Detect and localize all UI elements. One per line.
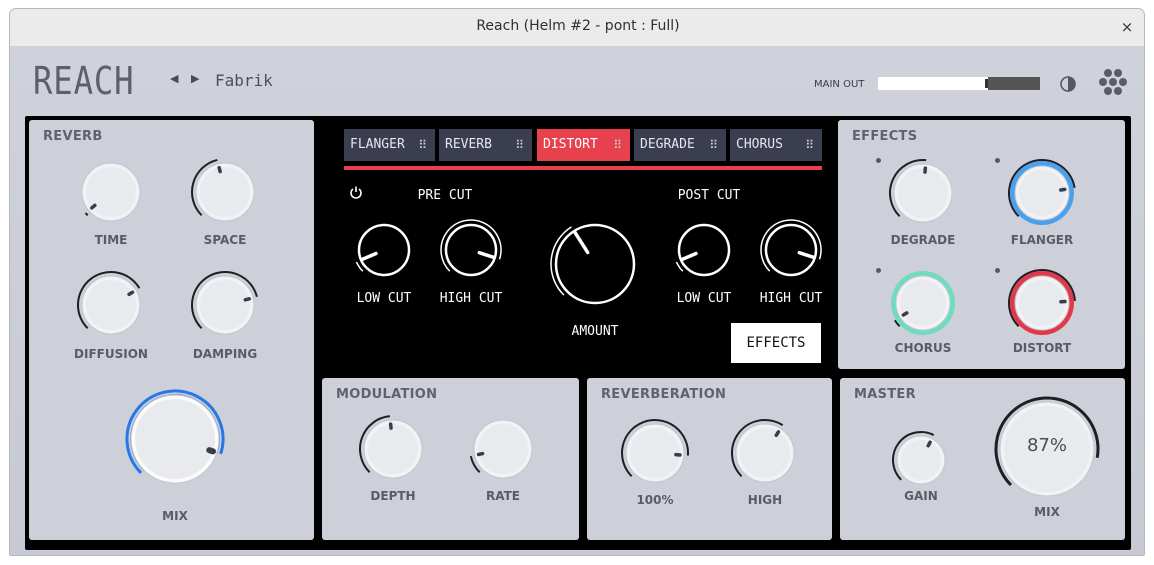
rate-knob[interactable] bbox=[468, 414, 538, 484]
plugin-body: REACH ◀ ▶ Fabrik MAIN OUT REVERB TIME SP… bbox=[10, 46, 1144, 555]
amount-knob[interactable] bbox=[549, 218, 641, 310]
distort-mod-indicator[interactable] bbox=[995, 268, 1000, 273]
master-mix-label: MIX bbox=[1034, 505, 1060, 519]
reverb-panel: REVERB TIME SPACE DIFFUSION DAMPING MIX bbox=[29, 120, 314, 540]
drag-handle-icon[interactable]: ⠿ bbox=[709, 129, 718, 161]
drag-handle-icon[interactable]: ⠿ bbox=[805, 129, 814, 161]
degrade-mod-indicator[interactable] bbox=[876, 158, 881, 163]
preset-name[interactable]: Fabrik bbox=[215, 71, 273, 90]
next-preset-button[interactable]: ▶ bbox=[191, 72, 199, 85]
flanger-label: FLANGER bbox=[1010, 233, 1074, 247]
tab-degrade[interactable]: DEGRADE ⠿ bbox=[634, 129, 726, 161]
depth-knob[interactable] bbox=[358, 414, 428, 484]
tab-distort[interactable]: DISTORT ⠿ bbox=[537, 129, 630, 161]
reverberation-high-label: HIGH bbox=[747, 493, 783, 507]
effects-button[interactable]: EFFECTS bbox=[731, 323, 821, 363]
gain-knob[interactable] bbox=[891, 430, 951, 490]
main-out-meter bbox=[878, 77, 1040, 90]
reverberation-high-knob[interactable] bbox=[730, 418, 800, 488]
reverberation-panel: REVERBERATION 100% HIGH bbox=[587, 378, 832, 540]
tab-flanger[interactable]: FLANGER ⠿ bbox=[344, 129, 435, 161]
post-high-cut-label: HIGH CUT bbox=[759, 291, 823, 306]
pre-cut-label: PRE CUT bbox=[417, 188, 473, 203]
plugin-window: Reach (Helm #2 - pont : Full) × REACH ◀ … bbox=[9, 8, 1145, 556]
main-out-label: MAIN OUT bbox=[814, 79, 865, 90]
pre-high-cut-label: HIGH CUT bbox=[439, 291, 503, 306]
reverberation-size-value: 100% bbox=[636, 493, 674, 507]
diffusion-knob[interactable] bbox=[76, 270, 146, 340]
master-title: MASTER bbox=[854, 387, 916, 402]
damping-label: DAMPING bbox=[192, 347, 258, 361]
master-mix-value: 87% bbox=[1026, 435, 1067, 456]
prev-preset-button[interactable]: ◀ bbox=[170, 72, 178, 85]
chorus-mod-indicator[interactable] bbox=[876, 268, 881, 273]
flanger-mod-indicator[interactable] bbox=[995, 158, 1000, 163]
amount-label: AMOUNT bbox=[571, 324, 619, 339]
effects-title: EFFECTS bbox=[852, 129, 918, 144]
tab-chorus[interactable]: CHORUS ⠿ bbox=[730, 129, 822, 161]
depth-label: DEPTH bbox=[370, 489, 416, 503]
tab-distort-label: DISTORT bbox=[543, 137, 598, 152]
logo: REACH bbox=[33, 59, 135, 103]
flanger-knob[interactable] bbox=[1007, 158, 1077, 228]
diffusion-label: DIFFUSION bbox=[74, 347, 148, 361]
tab-reverb-label: REVERB bbox=[445, 137, 492, 152]
drag-handle-icon[interactable]: ⠿ bbox=[515, 129, 524, 161]
chorus-label: CHORUS bbox=[894, 341, 952, 355]
post-high-cut-knob[interactable] bbox=[759, 218, 823, 282]
window-title: Reach (Helm #2 - pont : Full) bbox=[476, 18, 680, 34]
pre-low-cut-knob[interactable] bbox=[352, 218, 416, 282]
post-low-cut-knob[interactable] bbox=[672, 218, 736, 282]
reverb-title: REVERB bbox=[43, 129, 103, 144]
master-panel: MASTER GAIN 87% MIX bbox=[840, 378, 1125, 540]
effects-panel: EFFECTS DEGRADE FLANGER CHORUS DISTORT bbox=[838, 120, 1125, 369]
degrade-knob[interactable] bbox=[888, 158, 958, 228]
space-label: SPACE bbox=[203, 233, 247, 247]
reverberation-title: REVERBERATION bbox=[601, 387, 727, 402]
pre-high-cut-knob[interactable] bbox=[439, 218, 503, 282]
distort-knob[interactable] bbox=[1007, 268, 1077, 338]
drag-handle-icon[interactable]: ⠿ bbox=[418, 129, 427, 161]
space-knob[interactable] bbox=[190, 157, 260, 227]
modules-area: REVERB TIME SPACE DIFFUSION DAMPING MIX … bbox=[25, 116, 1131, 550]
post-cut-label: POST CUT bbox=[677, 188, 741, 203]
chorus-knob[interactable] bbox=[888, 268, 958, 338]
power-icon[interactable] bbox=[349, 185, 363, 199]
tab-reverb[interactable]: REVERB ⠿ bbox=[439, 129, 532, 161]
time-knob[interactable] bbox=[76, 157, 146, 227]
tab-chorus-label: CHORUS bbox=[736, 137, 783, 152]
reverberation-size-knob[interactable] bbox=[620, 418, 690, 488]
rate-label: RATE bbox=[486, 489, 520, 503]
main-out-peak bbox=[985, 79, 988, 88]
active-tab-underline bbox=[344, 166, 822, 170]
distort-label: DISTORT bbox=[1012, 341, 1072, 355]
helm-logo-icon bbox=[1099, 69, 1127, 95]
time-label: TIME bbox=[94, 233, 128, 247]
reverb-mix-knob[interactable] bbox=[125, 389, 225, 489]
tab-degrade-label: DEGRADE bbox=[640, 137, 695, 152]
title-bar: Reach (Helm #2 - pont : Full) × bbox=[10, 9, 1144, 47]
tab-flanger-label: FLANGER bbox=[350, 137, 405, 152]
gain-label: GAIN bbox=[904, 489, 938, 503]
drag-handle-icon[interactable]: ⠿ bbox=[613, 129, 622, 161]
contrast-icon[interactable] bbox=[1060, 76, 1076, 92]
damping-knob[interactable] bbox=[190, 270, 260, 340]
reverb-mix-label: MIX bbox=[162, 509, 188, 523]
modulation-title: MODULATION bbox=[336, 387, 438, 402]
close-button[interactable]: × bbox=[1116, 16, 1138, 38]
degrade-label: DEGRADE bbox=[890, 233, 956, 247]
modulation-panel: MODULATION DEPTH RATE bbox=[322, 378, 579, 540]
main-out-meter-fill bbox=[988, 77, 1040, 90]
